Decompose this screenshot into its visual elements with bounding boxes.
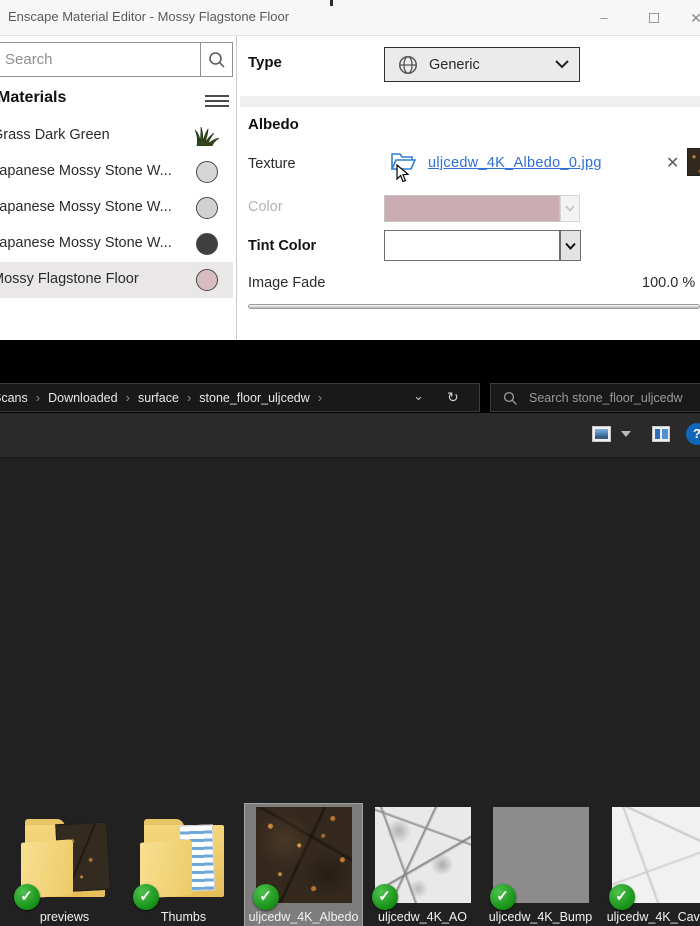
search-placeholder: Search xyxy=(5,51,53,68)
material-swatch xyxy=(196,233,218,255)
menu-icon[interactable] xyxy=(205,92,229,108)
breadcrumb-item[interactable]: surface xyxy=(136,391,181,405)
breadcrumb-separator-icon: › xyxy=(35,390,41,405)
tint-color-swatch[interactable] xyxy=(384,230,560,261)
image-fade-slider[interactable] xyxy=(248,304,700,309)
chevron-down-icon xyxy=(565,205,575,212)
tint-color-label: Tint Color xyxy=(248,238,317,254)
file-tile[interactable]: ✓ previews xyxy=(6,804,123,926)
chevron-down-icon xyxy=(555,60,569,69)
sync-check-icon: ✓ xyxy=(371,884,398,910)
search-icon xyxy=(208,51,225,68)
explorer-search-placeholder: Search stone_floor_uljcedw xyxy=(529,391,683,405)
file-tile[interactable]: ✓ uljcedw_4K_AO xyxy=(364,804,481,926)
search-button[interactable] xyxy=(200,42,233,77)
section-divider xyxy=(240,96,700,107)
material-name: Grass Dark Green xyxy=(0,127,110,143)
file-tile[interactable]: ✓ Thumbs xyxy=(125,804,242,926)
sync-check-icon: ✓ xyxy=(13,884,40,910)
mouse-cursor xyxy=(396,163,410,189)
type-label: Type xyxy=(248,54,282,71)
file-name: Thumbs xyxy=(160,910,207,924)
sync-check-icon: ✓ xyxy=(252,884,279,910)
material-item[interactable]: Japanese Mossy Stone W... xyxy=(0,226,233,262)
screen: Enscape Material Editor - Mossy Flagston… xyxy=(0,0,700,926)
material-item[interactable]: Mossy Flagstone Floor xyxy=(0,262,233,298)
maximize-icon xyxy=(649,13,659,23)
close-button[interactable]: ✕ xyxy=(684,6,700,30)
material-name: Japanese Mossy Stone W... xyxy=(0,163,172,179)
material-editor-window: Enscape Material Editor - Mossy Flagston… xyxy=(0,0,700,340)
breadcrumb-item[interactable]: Downloaded xyxy=(46,391,120,405)
search-icon xyxy=(503,391,517,405)
file-name: previews xyxy=(39,910,90,924)
breadcrumb-item[interactable]: stone_floor_uljcedw xyxy=(197,391,312,405)
material-search-input[interactable]: Search xyxy=(0,42,201,77)
texture-thumbnail[interactable] xyxy=(687,148,700,176)
color-dropdown-button xyxy=(560,195,580,222)
albedo-color-swatch xyxy=(384,195,560,222)
sync-check-icon: ✓ xyxy=(608,884,635,910)
explorer-search-input[interactable]: Search stone_floor_uljcedw xyxy=(490,383,700,412)
type-value: Generic xyxy=(429,56,480,73)
material-swatch xyxy=(196,269,218,291)
file-tile[interactable]: ✓ uljcedw_4K_Bump xyxy=(482,804,599,926)
help-icon[interactable]: ? xyxy=(686,423,700,445)
generic-type-icon xyxy=(399,55,417,74)
breadcrumb-separator-icon: › xyxy=(186,390,192,405)
sync-check-icon: ✓ xyxy=(489,884,516,910)
albedo-section-header: Albedo xyxy=(248,116,299,133)
sync-check-icon: ✓ xyxy=(132,884,159,910)
texture-file-link[interactable]: uljcedw_4K_Albedo_0.jpg xyxy=(428,155,602,171)
editor-titlebar[interactable]: Enscape Material Editor - Mossy Flagston… xyxy=(0,0,700,36)
image-fade-label: Image Fade xyxy=(248,275,326,291)
explorer-header xyxy=(0,340,700,382)
file-tile[interactable]: ✓ uljcedw_4K_Cavity xyxy=(601,804,700,926)
file-name: uljcedw_4K_AO xyxy=(378,910,467,924)
breadcrumb: Scans › Downloaded › surface › stone_floor_ulj… xyxy=(0,390,328,405)
file-name: uljcedw_4K_Cavity xyxy=(606,910,700,924)
maximize-button[interactable] xyxy=(642,6,666,30)
grass-icon xyxy=(193,126,221,151)
image-fade-value[interactable]: 100.0 % xyxy=(642,275,700,291)
address-dropdown-icon[interactable]: ⌄ xyxy=(413,388,424,404)
chevron-down-icon xyxy=(565,242,576,250)
materials-list: Grass Dark Green Japanese Mossy Stone W..… xyxy=(0,118,233,298)
material-item[interactable]: Japanese Mossy Stone W... xyxy=(0,154,233,190)
material-item[interactable]: Japanese Mossy Stone W... xyxy=(0,190,233,226)
file-tile[interactable]: ✓ uljcedw_4K_Albedo xyxy=(244,803,363,926)
clear-texture-button[interactable]: ✕ xyxy=(666,153,679,173)
material-swatch xyxy=(196,197,218,219)
type-dropdown[interactable]: Generic xyxy=(384,47,580,82)
material-name: Japanese Mossy Stone W... xyxy=(0,199,172,215)
view-options-chevron-icon[interactable] xyxy=(621,431,631,437)
preview-pane-icon[interactable] xyxy=(652,426,670,442)
file-name: uljcedw_4K_Albedo xyxy=(248,910,359,924)
address-row: Scans › Downloaded › surface › stone_floor_ulj… xyxy=(0,382,700,413)
background-window-edge xyxy=(330,0,333,6)
materials-header: Materials xyxy=(0,89,67,106)
breadcrumb-separator-icon: › xyxy=(317,390,323,405)
file-grid[interactable]: ✓ previews ✓ Thumbs ✓ uljcedw_4K_Albedo … xyxy=(0,458,700,926)
breadcrumb-separator-icon: › xyxy=(125,390,130,405)
view-thumbnails-icon[interactable] xyxy=(592,426,611,442)
panel-divider xyxy=(236,36,237,340)
texture-label: Texture xyxy=(248,156,296,172)
material-item[interactable]: Grass Dark Green xyxy=(0,118,233,154)
breadcrumb-item[interactable]: Scans xyxy=(0,391,30,405)
color-label: Color xyxy=(248,199,283,215)
file-explorer-window: Scans › Downloaded › surface › stone_floor_ulj… xyxy=(0,340,700,926)
material-name: Japanese Mossy Stone W... xyxy=(0,235,172,251)
address-bar[interactable]: Scans › Downloaded › surface › stone_floor_ulj… xyxy=(0,383,480,412)
tint-dropdown-button[interactable] xyxy=(560,230,581,261)
material-swatch xyxy=(196,161,218,183)
minimize-button[interactable]: – xyxy=(592,6,616,30)
file-name: uljcedw_4K_Bump xyxy=(488,910,593,924)
explorer-toolbar: ? xyxy=(0,413,700,458)
material-name: Mossy Flagstone Floor xyxy=(0,271,139,287)
window-title: Enscape Material Editor - Mossy Flagston… xyxy=(8,9,290,24)
refresh-icon[interactable]: ↻ xyxy=(447,389,459,406)
